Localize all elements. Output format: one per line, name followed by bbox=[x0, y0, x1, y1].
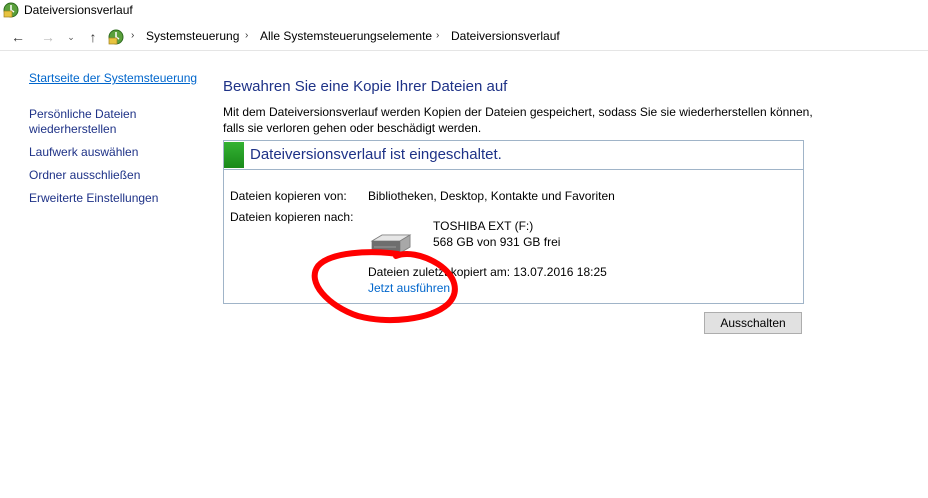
copy-to-label: Dateien kopieren nach: bbox=[230, 210, 354, 224]
arrow-right-icon[interactable]: → bbox=[40, 29, 56, 45]
window-title: Dateiversionsverlauf bbox=[24, 3, 133, 17]
file-history-icon bbox=[3, 2, 19, 18]
chevron-right-icon: › bbox=[131, 30, 135, 41]
drive-icon bbox=[370, 234, 412, 254]
status-text: Dateiversionsverlauf ist eingeschaltet. bbox=[250, 146, 502, 163]
status-header: Dateiversionsverlauf ist eingeschaltet. bbox=[224, 141, 803, 170]
file-history-icon bbox=[108, 29, 124, 45]
status-indicator bbox=[224, 142, 244, 168]
intro-text: Mit dem Dateiversionsverlauf werden Kopi… bbox=[223, 104, 823, 136]
title-bar: Dateiversionsverlauf bbox=[0, 0, 928, 22]
arrow-left-icon[interactable]: ← bbox=[10, 29, 26, 45]
page-title: Bewahren Sie eine Kopie Ihrer Dateien au… bbox=[223, 78, 508, 95]
sidebar-item-exclude-folders[interactable]: Ordner ausschließen bbox=[29, 168, 140, 183]
drive-name: TOSHIBA EXT (F:) bbox=[433, 219, 534, 233]
sidebar-home-link[interactable]: Startseite der Systemsteuerung bbox=[29, 71, 197, 86]
run-now-link[interactable]: Jetzt ausführen bbox=[368, 281, 450, 295]
address-bar: ← → ⌄ ↑ › Systemsteuerung › Alle Systems… bbox=[0, 26, 928, 51]
last-copied-text: Dateien zuletzt kopiert am: 13.07.2016 1… bbox=[368, 265, 607, 279]
chevron-down-icon[interactable]: ⌄ bbox=[63, 29, 79, 45]
chevron-right-icon[interactable]: › bbox=[245, 30, 248, 41]
chevron-right-icon[interactable]: › bbox=[436, 30, 439, 41]
breadcrumb-alle-elemente[interactable]: Alle Systemsteuerungselemente bbox=[260, 29, 432, 43]
intro-line: falls sie verloren gehen oder beschädigt… bbox=[223, 121, 482, 135]
sidebar-item-advanced-settings[interactable]: Erweiterte Einstellungen bbox=[29, 191, 158, 206]
sidebar-item-label: Persönliche Dateien bbox=[29, 107, 137, 121]
copy-from-value: Bibliotheken, Desktop, Kontakte und Favo… bbox=[368, 189, 615, 203]
sidebar-item-select-drive[interactable]: Laufwerk auswählen bbox=[29, 145, 138, 160]
breadcrumb-systemsteuerung[interactable]: Systemsteuerung bbox=[146, 29, 239, 43]
sidebar-item-restore[interactable]: Persönliche Dateien wiederherstellen bbox=[29, 107, 136, 137]
breadcrumb-dateiversionsverlauf[interactable]: Dateiversionsverlauf bbox=[451, 29, 560, 43]
arrow-up-icon[interactable]: ↑ bbox=[85, 29, 101, 45]
intro-line: Mit dem Dateiversionsverlauf werden Kopi… bbox=[223, 105, 813, 119]
status-panel: Dateiversionsverlauf ist eingeschaltet. … bbox=[223, 140, 804, 304]
drive-free-space: 568 GB von 931 GB frei bbox=[433, 235, 561, 249]
copy-from-label: Dateien kopieren von: bbox=[230, 189, 347, 203]
turn-off-button[interactable]: Ausschalten bbox=[704, 312, 802, 334]
sidebar-item-label: wiederherstellen bbox=[29, 122, 117, 136]
